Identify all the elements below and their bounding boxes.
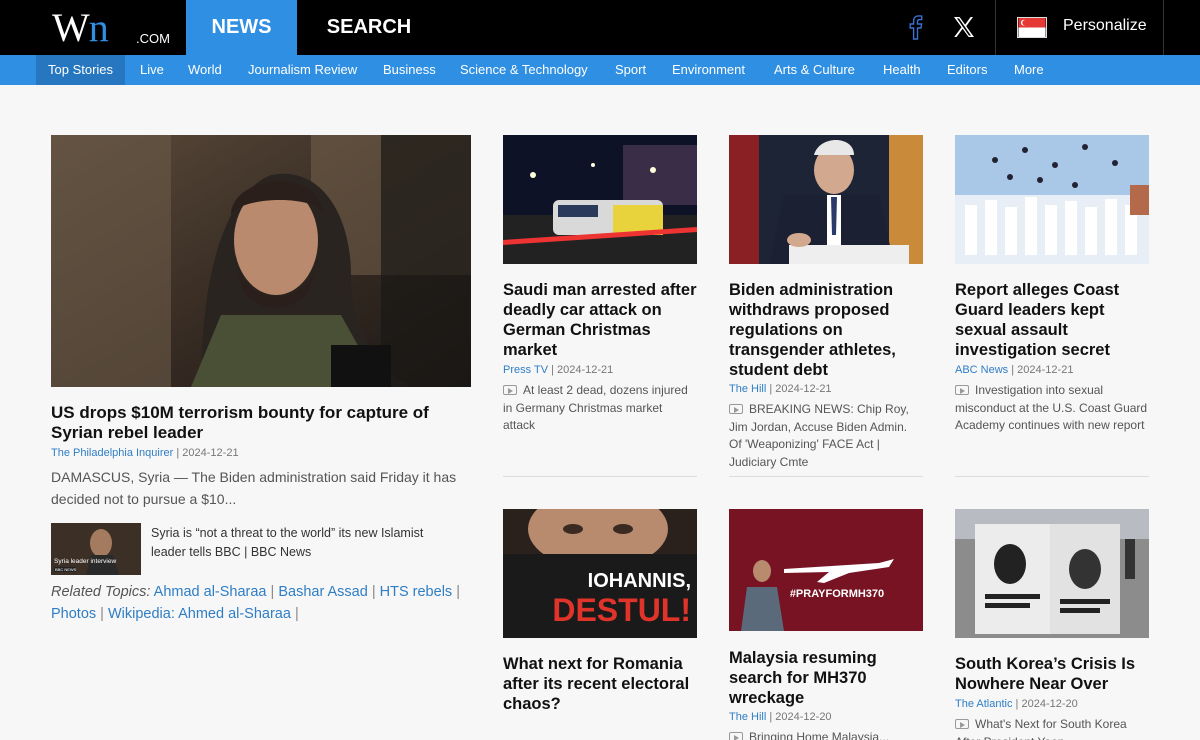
svg-text:#PRAYFORMH370: #PRAYFORMH370 [790, 588, 884, 600]
header-divider [995, 0, 996, 55]
related-video-thumbnail[interactable]: Syria leader interview BBC NEWS [51, 523, 141, 575]
nav-more[interactable]: More [1014, 55, 1044, 85]
nav-world[interactable]: World [188, 55, 222, 85]
card-source[interactable]: Press TV [503, 364, 548, 376]
card-meta: Press TV | 2024-12-21 [503, 364, 614, 376]
card-title[interactable]: Biden administration withdraws proposed … [729, 280, 929, 380]
card-source[interactable]: The Hill [729, 711, 766, 723]
card-title[interactable]: South Korea’s Crisis Is Nowhere Near Ove… [955, 654, 1155, 694]
topic-link[interactable]: HTS rebels [380, 584, 453, 600]
nav-live[interactable]: Live [140, 55, 164, 85]
card-image[interactable] [955, 135, 1149, 264]
svg-text:Syria leader interview: Syria leader interview [54, 558, 116, 565]
card-description[interactable]: Bringing Home Malaysia... [729, 729, 923, 740]
facebook-icon[interactable] [905, 14, 925, 40]
lead-story-title[interactable]: US drops $10M terrorism bounty for captu… [51, 403, 471, 443]
singapore-flag-icon[interactable] [1017, 17, 1047, 38]
lead-story-description: DAMASCUS, Syria — The Biden administrati… [51, 469, 457, 507]
personalize-button[interactable]: Personalize [1063, 17, 1147, 35]
nav-sport[interactable]: Sport [615, 55, 646, 85]
card-description[interactable]: What's Next for South Korea After Presid… [955, 716, 1149, 740]
nav-editors[interactable]: Editors [947, 55, 987, 85]
video-play-icon [729, 404, 743, 414]
card-source[interactable]: The Hill [729, 383, 766, 395]
topic-link[interactable]: Ahmad al-Sharaa [154, 584, 267, 600]
card-image[interactable] [503, 135, 697, 264]
site-logo[interactable]: Wn [52, 8, 109, 48]
lead-story-meta: The Philadelphia Inquirer | 2024-12-21 [51, 447, 239, 459]
card-meta: ABC News | 2024-12-21 [955, 364, 1074, 376]
nav-environment[interactable]: Environment [672, 55, 745, 85]
lead-date: 2024-12-21 [182, 447, 239, 459]
x-twitter-icon[interactable] [952, 15, 976, 39]
card-date: 2024-12-21 [1017, 364, 1074, 376]
lead-source[interactable]: The Philadelphia Inquirer [51, 447, 173, 459]
nav-health[interactable]: Health [883, 55, 921, 85]
card-image[interactable] [955, 509, 1149, 638]
card-source[interactable]: ABC News [955, 364, 1008, 376]
card-title[interactable]: Report alleges Coast Guard leaders kept … [955, 280, 1155, 360]
section-nav: Top Stories Live World Journalism Review… [0, 55, 1200, 85]
card-title[interactable]: Saudi man arrested after deadly car atta… [503, 280, 703, 360]
video-play-icon [955, 385, 969, 395]
nav-top-stories[interactable]: Top Stories [36, 55, 126, 85]
card-date: 2024-12-21 [557, 364, 614, 376]
nav-news-tab[interactable]: NEWS [186, 0, 297, 55]
nav-business[interactable]: Business [383, 55, 436, 85]
header-divider [1163, 0, 1164, 55]
video-play-icon [955, 719, 969, 729]
svg-text:DESTUL!: DESTUL! [552, 592, 691, 628]
nav-arts-culture[interactable]: Arts & Culture [774, 55, 855, 85]
card-divider [955, 476, 1149, 477]
card-title[interactable]: What next for Romania after its recent e… [503, 654, 703, 714]
topic-link[interactable]: Bashar Assad [278, 584, 367, 600]
nav-science-technology[interactable]: Science & Technology [460, 55, 588, 85]
related-video-link[interactable]: Syria is “not a threat to the world” its… [151, 524, 461, 562]
logo-domain[interactable]: .COM [136, 31, 170, 46]
card-image[interactable] [729, 135, 923, 264]
card-date: 2024-12-20 [775, 711, 832, 723]
card-date: 2024-12-21 [775, 383, 832, 395]
top-header: Wn .COM NEWS SEARCH Personalize [0, 0, 1200, 55]
card-meta: The Hill | 2024-12-20 [729, 711, 832, 723]
card-description[interactable]: At least 2 dead, dozens injured in Germa… [503, 382, 697, 435]
nav-search-tab[interactable]: SEARCH [297, 0, 441, 55]
card-meta: The Atlantic | 2024-12-20 [955, 698, 1078, 710]
card-title[interactable]: Malaysia resuming search for MH370 wreck… [729, 648, 929, 708]
topic-link[interactable]: Photos [51, 606, 96, 622]
related-topics-label: Related Topics: [51, 584, 151, 600]
svg-text:BBC NEWS: BBC NEWS [55, 567, 77, 572]
card-divider [503, 476, 697, 477]
card-date: 2024-12-20 [1021, 698, 1078, 710]
lead-story-image[interactable] [51, 135, 471, 387]
svg-text:IOHANNIS,: IOHANNIS, [588, 570, 691, 592]
card-image[interactable]: #PRAYFORMH370 [729, 509, 923, 631]
card-description[interactable]: Investigation into sexual misconduct at … [955, 382, 1149, 435]
related-topics: Related Topics: Ahmad al-Sharaa | Bashar… [51, 584, 460, 622]
card-source[interactable]: The Atlantic [955, 698, 1012, 710]
card-description[interactable]: BREAKING NEWS: Chip Roy, Jim Jordan, Acc… [729, 401, 923, 471]
card-divider [729, 476, 923, 477]
topic-link[interactable]: Wikipedia: Ahmed al-Sharaa [108, 606, 291, 622]
video-play-icon [729, 732, 743, 740]
nav-journalism-review[interactable]: Journalism Review [248, 55, 357, 85]
card-image[interactable]: IOHANNIS, DESTUL! [503, 509, 697, 638]
card-meta: The Hill | 2024-12-21 [729, 383, 832, 395]
video-play-icon [503, 385, 517, 395]
